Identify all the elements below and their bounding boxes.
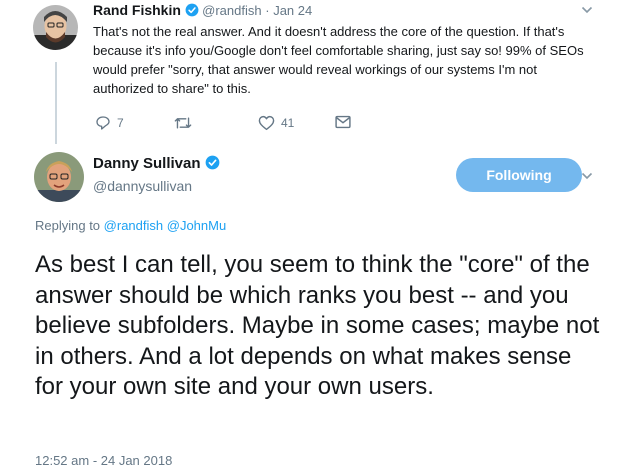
main-author-avatar[interactable] — [34, 152, 84, 202]
thread-line — [55, 62, 57, 144]
parent-tweet-date[interactable]: Jan 24 — [273, 3, 312, 18]
retweet-button[interactable] — [174, 115, 198, 131]
replying-to-label: Replying to — [35, 218, 101, 233]
direct-message-icon — [335, 115, 351, 129]
retweet-icon — [174, 115, 192, 131]
like-button[interactable]: 41 — [258, 115, 294, 131]
main-author-name[interactable]: Danny Sullivan — [93, 155, 201, 172]
parent-tweet-text: That's not the real answer. And it doesn… — [93, 24, 584, 96]
reply-button[interactable]: 7 — [95, 115, 124, 131]
verified-badge-icon — [205, 155, 220, 175]
parent-author-avatar[interactable] — [33, 5, 78, 50]
replying-to-line: Replying to @randfish @JohnMu — [35, 218, 226, 233]
tweet-timestamp[interactable]: 12:52 am - 24 Jan 2018 — [35, 453, 172, 468]
parent-tweet-header: Rand Fishkin @randfish · Jan 24 — [93, 2, 312, 20]
reply-count: 7 — [117, 116, 124, 130]
parent-author-name[interactable]: Rand Fishkin — [93, 2, 181, 18]
like-icon — [258, 115, 275, 131]
verified-badge-icon — [185, 3, 199, 20]
mention-link[interactable]: @randfish — [104, 218, 163, 233]
main-author-name-row: Danny Sullivan — [93, 155, 220, 175]
reply-icon — [95, 115, 111, 131]
main-tweet-text: As best I can tell, you seem to think th… — [35, 251, 600, 400]
like-count: 41 — [281, 116, 295, 130]
following-button[interactable]: Following — [456, 158, 582, 192]
separator-dot: · — [265, 3, 270, 18]
main-tweet-menu-chevron-down-icon[interactable] — [581, 168, 593, 186]
parent-author-handle[interactable]: @randfish — [202, 3, 261, 18]
direct-message-button[interactable] — [335, 115, 351, 129]
main-author-handle[interactable]: @dannysullivan — [93, 178, 192, 194]
mention-link[interactable]: @JohnMu — [167, 218, 226, 233]
parent-tweet-menu-chevron-down-icon[interactable] — [581, 2, 593, 20]
